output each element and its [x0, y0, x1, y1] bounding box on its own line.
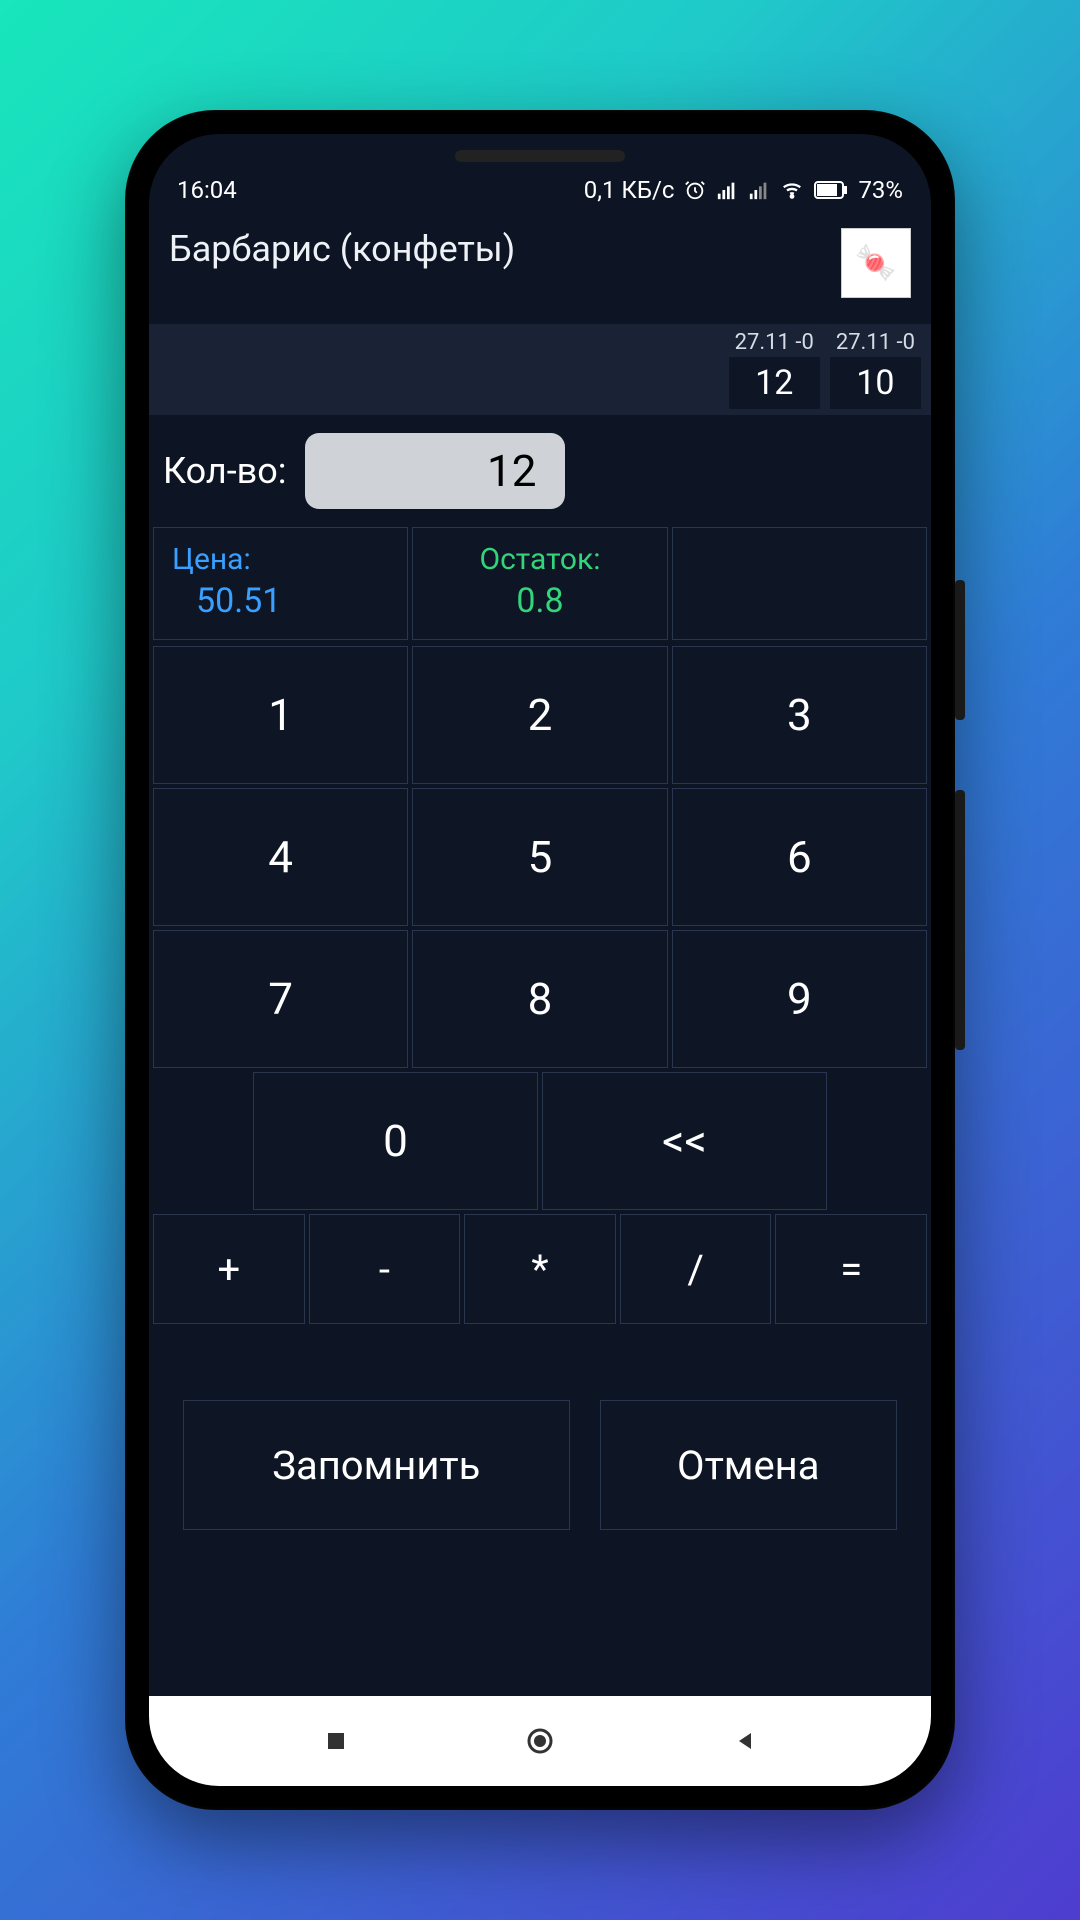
quantity-input[interactable]: 12	[305, 433, 565, 509]
empty-cell	[672, 527, 927, 640]
nav-back-icon[interactable]	[727, 1723, 763, 1759]
price-value: 50.51	[172, 581, 281, 621]
remainder-cell[interactable]: Остаток: 0.8	[412, 527, 667, 640]
phone-frame: 16:04 0,1 КБ/с 73%	[125, 110, 955, 1810]
keypad-minus[interactable]: -	[309, 1214, 461, 1324]
price-label: Цена:	[172, 542, 251, 577]
save-button[interactable]: Запомнить	[183, 1400, 570, 1530]
nav-recent-icon[interactable]	[318, 1723, 354, 1759]
keypad-6[interactable]: 6	[672, 788, 927, 926]
keypad-backspace[interactable]: <<	[542, 1072, 827, 1210]
history-date: 27.11 -0	[729, 324, 820, 357]
quantity-label: Кол-во:	[163, 450, 287, 492]
status-time: 16:04	[177, 176, 237, 204]
keypad-multiply[interactable]: *	[464, 1214, 616, 1324]
keypad-3[interactable]: 3	[672, 646, 927, 784]
history-entry[interactable]: 27.11 -0 10	[830, 324, 921, 409]
remainder-label: Остаток:	[479, 542, 600, 577]
info-grid: Цена: 50.51 Остаток: 0.8	[149, 527, 931, 640]
alarm-icon	[684, 179, 706, 201]
cancel-button[interactable]: Отмена	[600, 1400, 897, 1530]
signal-icon	[716, 179, 738, 201]
android-nav-bar	[149, 1696, 931, 1786]
status-battery-pct: 73%	[858, 176, 903, 204]
action-row: Запомнить Отмена	[153, 1392, 927, 1548]
keypad-1[interactable]: 1	[153, 646, 408, 784]
status-bar: 16:04 0,1 КБ/с 73%	[149, 134, 931, 214]
keypad-0[interactable]: 0	[253, 1072, 538, 1210]
power-button	[955, 790, 965, 1050]
status-net-speed: 0,1 КБ/с	[584, 176, 675, 204]
history-date: 27.11 -0	[830, 324, 921, 357]
price-cell[interactable]: Цена: 50.51	[153, 527, 408, 640]
volume-button	[955, 580, 965, 720]
keypad: 1 2 3 4 5 6 7 8 9 0 << + - * /	[149, 646, 931, 1696]
keypad-9[interactable]: 9	[672, 930, 927, 1068]
history-value: 10	[830, 357, 921, 409]
signal-icon	[748, 179, 770, 201]
history-row: 27.11 -0 12 27.11 -0 10	[149, 324, 931, 415]
screen: 16:04 0,1 КБ/с 73%	[149, 134, 931, 1786]
battery-icon	[814, 181, 848, 199]
page-title: Барбарис (конфеты)	[169, 228, 515, 270]
keypad-equals[interactable]: =	[775, 1214, 927, 1324]
candy-bag-icon: 🍬	[855, 243, 897, 283]
nav-home-icon[interactable]	[522, 1723, 558, 1759]
keypad-8[interactable]: 8	[412, 930, 667, 1068]
keypad-7[interactable]: 7	[153, 930, 408, 1068]
history-entry[interactable]: 27.11 -0 12	[729, 324, 820, 409]
product-thumbnail[interactable]: 🍬	[841, 228, 911, 298]
history-value: 12	[729, 357, 820, 409]
quantity-row: Кол-во: 12	[149, 415, 931, 527]
status-right: 0,1 КБ/с 73%	[584, 176, 903, 204]
keypad-plus[interactable]: +	[153, 1214, 305, 1324]
spacer	[153, 1328, 927, 1388]
keypad-divide[interactable]: /	[620, 1214, 772, 1324]
keypad-5[interactable]: 5	[412, 788, 667, 926]
wifi-icon	[780, 179, 804, 201]
title-bar: Барбарис (конфеты) 🍬	[149, 214, 931, 324]
keypad-2[interactable]: 2	[412, 646, 667, 784]
remainder-value: 0.8	[516, 581, 563, 621]
keypad-4[interactable]: 4	[153, 788, 408, 926]
